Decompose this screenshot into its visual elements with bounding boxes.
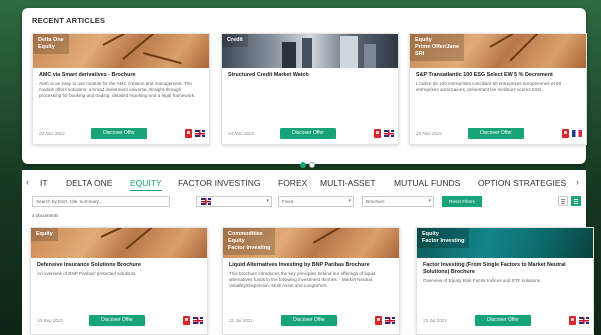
document-card-title[interactable]: Liquid Alternatives Investing by BNP Par… [223,258,399,271]
discover-offer-button[interactable]: Discover Offer [91,128,147,139]
uk-flag-icon[interactable] [579,317,589,324]
tab-it[interactable]: IT [40,178,48,188]
document-card-title[interactable]: Defensive Insurance Solutions Brochure [31,258,207,271]
article-card-tags: Credit [222,34,248,47]
article-card-image: Credit [222,34,398,68]
pdf-icon[interactable] [375,316,382,325]
document-card-tags: Commodities Equity Factor Investing [223,228,276,255]
document-card-image: Commodities Equity Factor Investing [223,228,399,258]
document-card-tags: Equity [31,228,58,241]
article-card-image: Equity Prime Offer/Jane SRI [410,34,586,68]
document-card-image: Equity Factor Investing [417,228,593,258]
article-card[interactable]: Equity Prime Offer/Jane SRI S&P Transatl… [409,33,587,145]
discover-offer-button[interactable]: Discover Offer [475,315,531,326]
document-card[interactable]: Equity Defensive Insurance Solutions Bro… [30,227,208,335]
article-card-summary: AMC is an easy to use module for the AMC… [39,81,196,98]
document-card[interactable]: Commodities Equity Factor Investing Liqu… [222,227,400,335]
tab-multi-asset[interactable]: MULTI-ASSET [320,178,376,188]
document-card-image: Equity [31,228,207,258]
article-card-image: Delta One Equity [33,34,209,68]
documents-count: 4 documents [32,213,59,218]
article-card[interactable]: Delta One Equity AMC via Smart derivativ… [32,33,210,145]
discover-offer-button[interactable]: Discover Offer [468,128,524,139]
tab-equity[interactable]: EQUITY [130,178,162,191]
tab-mutual-funds[interactable]: MUTUAL FUNDS [394,178,460,188]
search-input[interactable]: Search by ESG, title, summary... [32,196,170,207]
recent-articles-title: RECENT ARTICLES [32,16,106,25]
uk-flag-icon[interactable] [193,317,203,324]
document-card-summary: An overview of BNP Paribas' protected so… [37,271,137,276]
discover-offer-button[interactable]: Discover Offer [89,315,145,326]
document-card-title[interactable]: Factor Investing (From Single Factors to… [417,258,593,278]
article-card-summary: L'indice de 100 entreprises conciliant 5… [416,81,562,92]
uk-flag-icon[interactable] [385,317,395,324]
reset-filters-button[interactable]: Reset Filters [442,196,482,207]
document-card[interactable]: Equity Factor Investing Factor Investing… [416,227,594,335]
uk-flag-icon [201,198,211,205]
pdf-icon[interactable] [562,129,569,138]
pdf-icon[interactable] [183,316,190,325]
discover-offer-button[interactable]: Discover Offer [280,128,336,139]
discover-offer-button[interactable]: Discover Offer [281,315,337,326]
document-card-summary: This brochure introduces the key princip… [229,271,376,288]
tabs-next-arrow[interactable]: › [576,177,579,187]
category-tabs: ‹ IT DELTA ONE EQUITY FACTOR INVESTING F… [22,174,586,194]
type-select[interactable]: Fixed [278,196,354,207]
documents-section: ‹ IT DELTA ONE EQUITY FACTOR INVESTING F… [22,170,594,335]
article-card-tags: Delta One Equity [33,34,69,54]
article-card[interactable]: Credit Structured Credit Market Watch 24… [221,33,399,145]
document-card-summary: Overview of Equity Risk Factor Indices a… [423,278,542,283]
article-card-date: 24 Nov 2021 [39,131,66,136]
article-card-date: 24 Nov 2021 [416,131,443,136]
tabs-prev-arrow[interactable]: ‹ [26,177,29,187]
tab-option-strategies[interactable]: OPTION STRATEGIES [478,178,566,188]
article-card-title[interactable]: AMC via Smart derivatives - Brochure [33,68,209,81]
filter-bar: Search by ESG, title, summary... Fixed B… [30,196,581,208]
document-card-date: 10 Sep 2021 [37,318,64,323]
grid-view-icon[interactable] [571,196,581,206]
pdf-icon[interactable] [569,316,576,325]
tab-factor-investing[interactable]: FACTOR INVESTING [178,178,261,188]
french-flag-icon[interactable] [572,130,582,137]
pdf-icon[interactable] [185,129,192,138]
pdf-icon[interactable] [374,129,381,138]
recent-articles-panel: RECENT ARTICLES Delta One Equity AMC via… [22,8,587,168]
carousel-dot[interactable] [309,162,315,168]
list-view-icon[interactable] [558,196,568,206]
uk-flag-icon[interactable] [384,130,394,137]
country-select[interactable] [196,196,272,207]
document-card-date: 22 Jul 2021 [229,318,253,323]
document-type-select[interactable]: Brochure [362,196,434,207]
tab-delta-one[interactable]: DELTA ONE [66,178,112,188]
document-card-date: 23 Jul 2021 [423,318,447,323]
article-card-title[interactable]: S&P Transatlantic 100 ESG Select EW 5 % … [410,68,586,81]
carousel-dot[interactable] [300,162,306,168]
uk-flag-icon[interactable] [195,130,205,137]
tab-forex[interactable]: FOREX [278,178,307,188]
article-card-date: 24 Nov 2021 [228,131,255,136]
article-card-title[interactable]: Structured Credit Market Watch [222,68,398,81]
document-card-tags: Equity Factor Investing [417,228,470,248]
article-card-tags: Equity Prime Offer/Jane SRI [410,34,465,61]
